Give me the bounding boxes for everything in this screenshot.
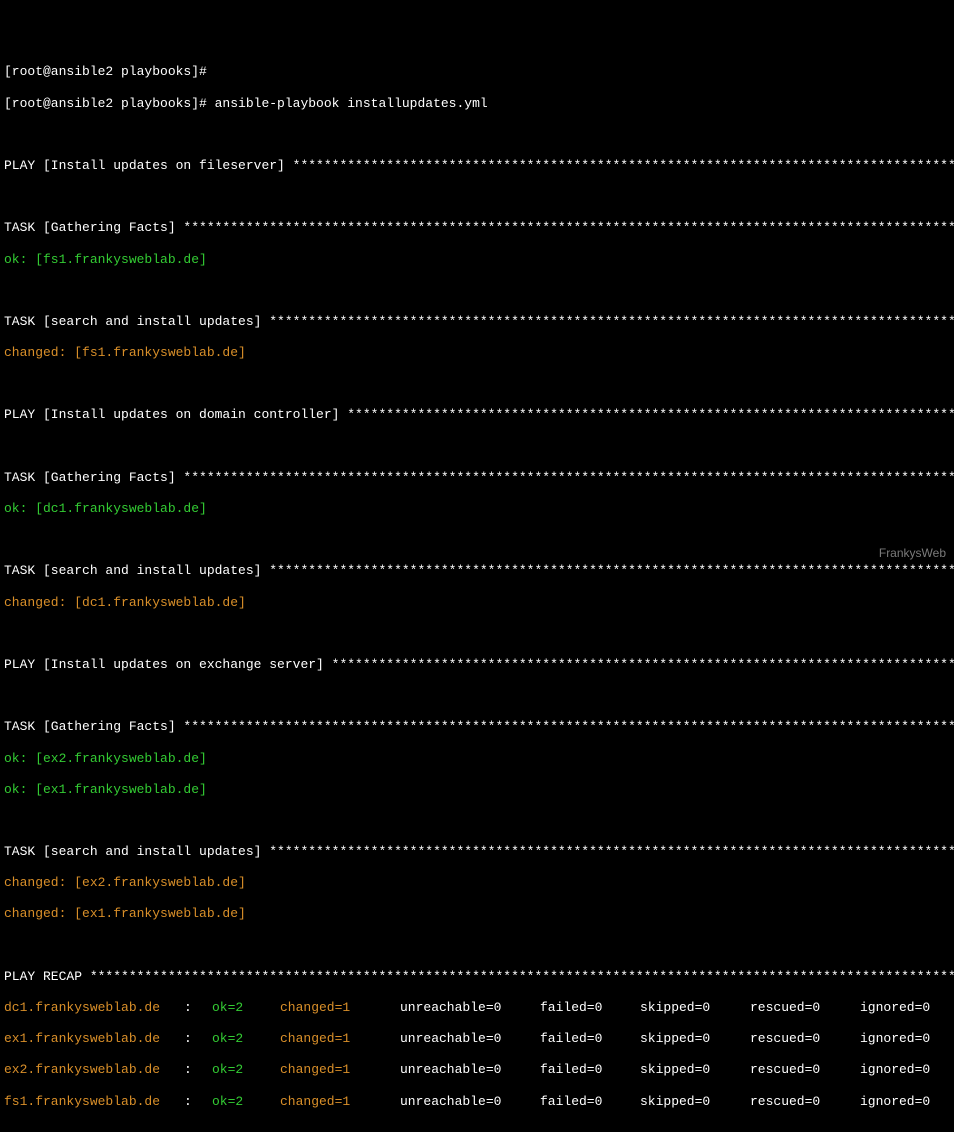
play-header: PLAY [Install updates on fileserver] ***… [4, 158, 950, 174]
recap-ignored: ignored=0 [860, 1062, 954, 1078]
recap-ok: ok=2 [212, 1094, 280, 1110]
recap-ok: ok=2 [212, 1000, 280, 1016]
recap-row: fs1.frankysweblab.de:ok=2changed=1unreac… [4, 1094, 950, 1110]
changed-line: changed: [fs1.frankysweblab.de] [4, 345, 950, 361]
task-header: TASK [Gathering Facts] *****************… [4, 719, 950, 735]
changed-line: changed: [ex1.frankysweblab.de] [4, 906, 950, 922]
recap-sep: : [184, 1094, 212, 1110]
recap-unreachable: unreachable=0 [400, 1094, 540, 1110]
prompt-line: [root@ansible2 playbooks]# [4, 64, 950, 80]
command-line[interactable]: [root@ansible2 playbooks]# ansible-playb… [4, 96, 950, 112]
recap-sep: : [184, 1000, 212, 1016]
recap-ignored: ignored=0 [860, 1031, 954, 1047]
task-header: TASK [Gathering Facts] *****************… [4, 220, 950, 236]
recap-row: ex1.frankysweblab.de:ok=2changed=1unreac… [4, 1031, 950, 1047]
recap-unreachable: unreachable=0 [400, 1062, 540, 1078]
ok-line: ok: [fs1.frankysweblab.de] [4, 252, 950, 268]
ok-line: ok: [ex1.frankysweblab.de] [4, 782, 950, 798]
recap-skipped: skipped=0 [640, 1031, 750, 1047]
recap-changed: changed=1 [280, 1062, 400, 1078]
recap-changed: changed=1 [280, 1000, 400, 1016]
recap-header: PLAY RECAP *****************************… [4, 969, 950, 985]
recap-host: dc1.frankysweblab.de [4, 1000, 184, 1016]
recap-host: ex2.frankysweblab.de [4, 1062, 184, 1078]
recap-sep: : [184, 1031, 212, 1047]
recap-skipped: skipped=0 [640, 1062, 750, 1078]
recap-rescued: rescued=0 [750, 1000, 860, 1016]
recap-changed: changed=1 [280, 1094, 400, 1110]
recap-failed: failed=0 [540, 1062, 640, 1078]
recap-skipped: skipped=0 [640, 1000, 750, 1016]
recap-failed: failed=0 [540, 1094, 640, 1110]
recap-failed: failed=0 [540, 1000, 640, 1016]
changed-line: changed: [ex2.frankysweblab.de] [4, 875, 950, 891]
ok-line: ok: [ex2.frankysweblab.de] [4, 751, 950, 767]
recap-row: dc1.frankysweblab.de:ok=2changed=1unreac… [4, 1000, 950, 1016]
recap-ok: ok=2 [212, 1031, 280, 1047]
task-header: TASK [Gathering Facts] *****************… [4, 470, 950, 486]
recap-failed: failed=0 [540, 1031, 640, 1047]
play-header: PLAY [Install updates on exchange server… [4, 657, 950, 673]
play-header: PLAY [Install updates on domain controll… [4, 407, 950, 423]
recap-sep: : [184, 1062, 212, 1078]
recap-skipped: skipped=0 [640, 1094, 750, 1110]
recap-row: ex2.frankysweblab.de:ok=2changed=1unreac… [4, 1062, 950, 1078]
recap-host: fs1.frankysweblab.de [4, 1094, 184, 1110]
ok-line: ok: [dc1.frankysweblab.de] [4, 501, 950, 517]
recap-host: ex1.frankysweblab.de [4, 1031, 184, 1047]
watermark: FrankysWeb [879, 546, 946, 560]
recap-ignored: ignored=0 [860, 1094, 954, 1110]
recap-unreachable: unreachable=0 [400, 1000, 540, 1016]
recap-ok: ok=2 [212, 1062, 280, 1078]
recap-rescued: rescued=0 [750, 1094, 860, 1110]
recap-rescued: rescued=0 [750, 1062, 860, 1078]
recap-unreachable: unreachable=0 [400, 1031, 540, 1047]
task-header: TASK [search and install updates] ******… [4, 314, 950, 330]
task-header: TASK [search and install updates] ******… [4, 844, 950, 860]
recap-changed: changed=1 [280, 1031, 400, 1047]
recap-rescued: rescued=0 [750, 1031, 860, 1047]
recap-ignored: ignored=0 [860, 1000, 954, 1016]
changed-line: changed: [dc1.frankysweblab.de] [4, 595, 950, 611]
